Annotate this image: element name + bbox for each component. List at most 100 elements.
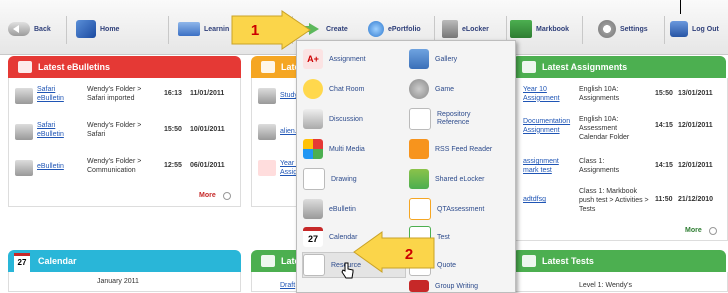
locker-icon [442,20,458,38]
back-button[interactable]: Back [8,16,51,42]
menu-item-label: Chat Room [329,85,365,93]
mail-icon [261,255,275,267]
learning-button[interactable]: Learnin [178,16,229,42]
item-description: English 10A: Assignments [579,86,620,102]
logout-button[interactable]: Log Out [670,16,719,42]
resource-icon [303,254,325,276]
ebulletin-icon [18,61,32,73]
home-label: Home [100,25,120,33]
assignment-link[interactable]: adtdfsg [523,196,546,203]
item-link[interactable]: Draft [280,282,295,289]
ebulletin-icon [15,124,33,140]
callout-number-1: 1 [250,21,260,39]
game-icon [409,79,429,99]
list-item: adtdfsg Class 1: Markbook push test > Ac… [513,188,727,222]
menu-item-label: QTAssessment [437,205,485,213]
item-description: Wendy's Folder > Communication [87,158,142,174]
folder-icon [178,22,200,36]
item-date: 13/01/2011 [678,90,713,97]
ebulletin-link[interactable]: Safari [37,122,55,129]
more-link[interactable]: More [199,192,216,199]
item-time: 12:55 [164,162,182,169]
item-description: Class 1: Markbook push test > Activities… [579,188,649,213]
drawing-icon [303,168,325,190]
list-item: assignment mark test Class 1: Assignment… [513,156,727,190]
menu-item-discussion[interactable]: Discussion [303,107,405,131]
callout-number-2: 2 [404,245,414,263]
eportfolio-button[interactable]: ePortfolio [368,16,421,42]
assignment-link[interactable]: Documentation Assignment [523,118,579,136]
item-date: 10/01/2011 [190,126,225,133]
menu-item-ebulletin[interactable]: eBulletin [303,197,405,221]
document-icon [258,124,276,140]
more-arrow-icon [223,192,231,200]
discussion-icon [303,109,323,129]
learning-label: Learnin [204,25,230,33]
shared-locker-icon [409,169,429,189]
menu-item-gallery[interactable]: Gallery [409,47,511,71]
calendar-header: 27 Calendar [8,250,241,272]
home-button[interactable]: Home [76,16,119,42]
item-time: 11:50 [655,196,673,203]
logout-label: Log Out [692,25,719,33]
menu-item-label: Multi Media [329,145,365,153]
ebulletins-title: Latest eBulletins [38,62,111,72]
item-time: 15:50 [164,126,182,133]
ebulletins-header: Latest eBulletins [8,56,241,78]
tests-header: Latest Tests [512,250,726,272]
more-link[interactable]: More [685,227,702,234]
multimedia-icon [303,139,323,159]
ebulletin-icon [303,199,323,219]
item-description: Wendy's Folder > Safari [87,122,142,138]
item-time: 15:50 [655,90,673,97]
assignment-icon [258,160,276,176]
panel-icon [261,61,275,73]
assignment-icon: A+ [303,49,323,69]
cursor-line [680,0,681,14]
menu-item-game[interactable]: Game [409,77,511,101]
item-time: 14:15 [655,162,673,169]
menu-item-shared-elocker[interactable]: Shared eLocker [409,167,511,191]
menu-item-chat-room[interactable]: Chat Room [303,77,405,101]
item-date: 21/12/2010 [678,196,714,203]
eportfolio-icon [368,21,384,37]
settings-button[interactable]: Settings [598,16,648,42]
assignments-panel: Year 10 Assignment English 10A: Assignme… [512,78,728,241]
ebulletin-icon [15,88,33,104]
menu-item-label: Test [437,233,450,241]
calendar-month: January 2011 [97,278,139,285]
menu-item-drawing[interactable]: Drawing [303,167,405,191]
ebulletin-link[interactable]: eBulletin [37,95,64,102]
assignment-link[interactable]: Year 10 Assignment [523,86,575,104]
item-date: 12/01/2011 [678,162,713,169]
menu-item-qtassessment[interactable]: QTAssessment [409,197,511,221]
elocker-button[interactable]: eLocker [442,16,489,42]
item-description: Level 1: Wendy's [579,282,632,289]
menu-item-label: RSS Feed Reader [435,145,493,153]
markbook-label: Markbook [536,25,570,33]
menu-item-multi-media[interactable]: Multi Media [303,137,405,161]
calendar-icon: 27 [14,253,30,272]
ebulletin-link[interactable]: eBulletin [37,131,64,138]
menu-item-rss-feed-reader[interactable]: RSS Feed Reader [409,137,511,161]
ebulletin-link[interactable]: eBulletin [37,163,64,170]
assignments-title: Latest Assignments [542,62,628,72]
item-date: 06/01/2011 [190,162,225,169]
menu-item-repository-reference[interactable]: Repository Reference [409,107,511,131]
document-icon [258,88,276,104]
ebulletin-link[interactable]: Safari [37,86,55,93]
home-icon [76,20,96,38]
markbook-button[interactable]: Markbook [510,16,569,42]
elocker-label: eLocker [462,25,489,33]
assignment-link[interactable]: assignment mark test [523,158,575,176]
ebulletin-icon [15,160,33,176]
calendar-icon: 27 [303,227,323,247]
test-icon [522,255,536,267]
menu-item-label: eBulletin [329,205,356,213]
menu-item-label: Discussion [329,115,363,123]
tests-panel: Level 1: Wendy's [512,272,728,292]
menu-item-assignment[interactable]: A+ Assignment [303,47,405,71]
menu-item-label: Group Writing [435,282,479,290]
item-time: 16:13 [164,90,182,97]
item-description: English 10A: Assessment Calendar Folder [579,116,630,141]
